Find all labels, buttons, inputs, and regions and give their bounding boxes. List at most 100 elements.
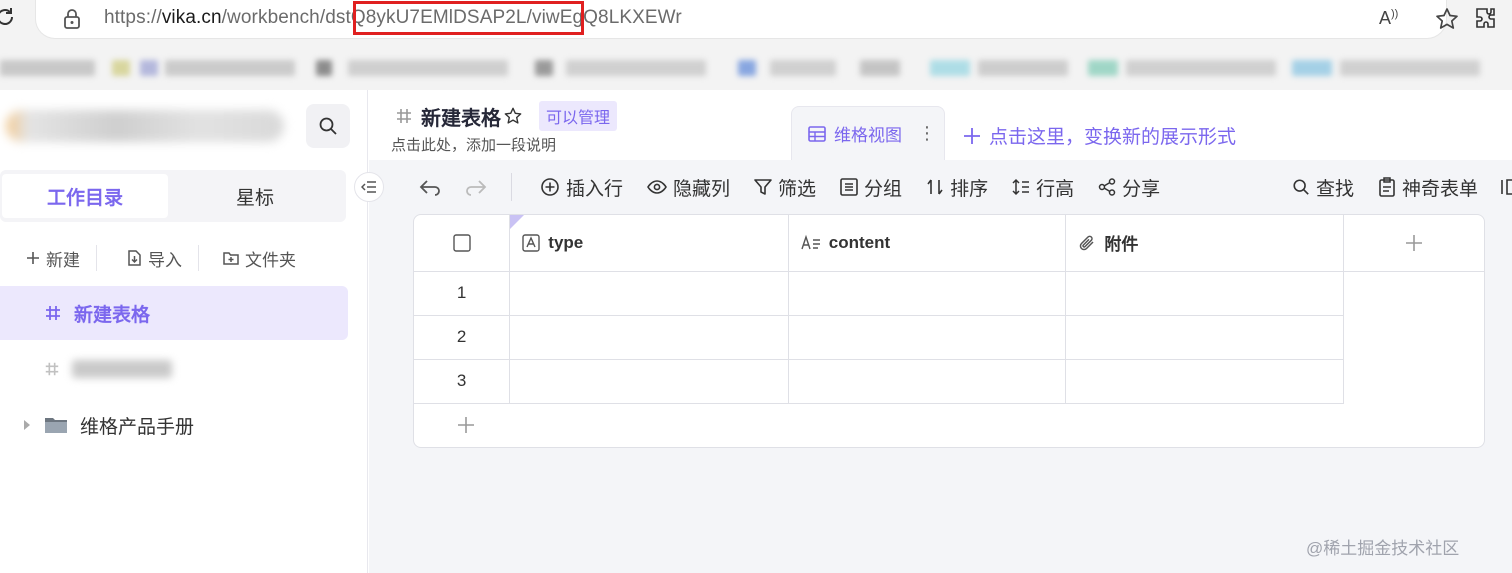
sidebar-item-datasheet[interactable]: 新建表格 [0, 286, 348, 340]
empty-space [1343, 271, 1484, 315]
table-row[interactable]: 3 [414, 359, 1484, 404]
tab-starred[interactable]: 星标 [172, 174, 338, 218]
sidebar-actions: 新建 导入 文件夹 [0, 240, 346, 276]
favorite-star-icon[interactable] [503, 106, 523, 126]
column-header-content[interactable]: content [788, 215, 1067, 272]
cell-attachment[interactable] [1065, 315, 1344, 360]
empty-space [1343, 359, 1484, 403]
import-button[interactable]: 导入 [97, 240, 198, 276]
extensions-icon[interactable] [1474, 6, 1498, 30]
folder-button-label: 文件夹 [245, 250, 296, 270]
add-view-label: 点击这里，变换新的展示形式 [989, 127, 1237, 148]
permission-badge[interactable]: 可以管理 [539, 101, 618, 131]
view-more-icon[interactable]: ⋮ [918, 123, 936, 144]
cell-type[interactable] [509, 359, 789, 404]
group-icon [840, 178, 858, 196]
url-highlight-box [353, 1, 584, 35]
cell-type[interactable] [509, 271, 789, 316]
header-row: type content 附件 [414, 215, 1484, 272]
sidebar-search-button[interactable] [306, 104, 350, 148]
folder-icon [45, 418, 67, 433]
cell-content[interactable] [788, 359, 1067, 404]
read-aloud-icon[interactable]: A)) [1379, 8, 1398, 29]
folder-add-icon [223, 252, 239, 265]
collapse-left-icon [361, 181, 376, 193]
form-label: 神奇表单 [1401, 178, 1478, 200]
undo-icon [419, 180, 440, 196]
add-view-button[interactable]: 点击这里，变换新的展示形式 [963, 122, 1236, 149]
undo-button[interactable] [419, 178, 441, 196]
long-text-field-icon [801, 234, 820, 249]
insert-row-button[interactable]: 插入行 [540, 174, 623, 201]
table-row[interactable]: 2 [414, 315, 1484, 360]
table-row[interactable]: 1 [414, 271, 1484, 316]
sidebar: 工作目录 星标 新建 导入 文件夹 新建表格 维格产品手册 [0, 90, 368, 573]
hide-fields-button[interactable]: 隐藏列 [647, 174, 730, 201]
cell-attachment[interactable] [1065, 359, 1344, 404]
row-height-button[interactable]: 行高 [1012, 174, 1074, 201]
column-header-type[interactable]: type [509, 215, 789, 272]
column-header-attachment[interactable]: 附件 [1065, 215, 1344, 272]
redo-icon [466, 180, 487, 196]
share-icon [1098, 178, 1116, 196]
add-column-button[interactable] [1343, 215, 1484, 272]
plus-icon [964, 127, 980, 144]
attachment-icon [1080, 235, 1094, 251]
redo-button[interactable] [465, 178, 487, 196]
sidebar-item-blurred[interactable] [0, 342, 348, 396]
cell-content[interactable] [788, 315, 1067, 360]
filter-icon [754, 179, 772, 195]
sidebar-collapse-button[interactable] [354, 172, 384, 202]
share-label: 分享 [1122, 178, 1161, 200]
tab-workspace-directory[interactable]: 工作目录 [2, 174, 168, 218]
address-bar[interactable]: https://vika.cn/workbench/dstQ8ykU7EMlDS… [36, 0, 1458, 38]
hide-fields-label: 隐藏列 [673, 178, 731, 200]
add-row-button[interactable] [456, 415, 476, 435]
filter-button[interactable]: 筛选 [754, 174, 816, 201]
row-number[interactable]: 3 [414, 359, 511, 404]
sidebar-item-product-manual[interactable]: 维格产品手册 [0, 398, 348, 452]
bookmarks-bar [0, 48, 1512, 84]
group-button[interactable]: 分组 [840, 174, 902, 201]
cell-attachment[interactable] [1065, 271, 1344, 316]
column-header-label: content [828, 232, 891, 252]
favorite-star-icon[interactable] [1434, 6, 1460, 32]
row-number[interactable]: 1 [414, 271, 511, 316]
sidebar-item-label: 新建表格 [74, 304, 151, 326]
datasheet-icon [45, 362, 59, 376]
data-grid: type content 附件 1 2 3 [413, 214, 1485, 448]
workspace-name-blurred[interactable] [6, 110, 284, 142]
group-label: 分组 [864, 178, 903, 200]
row-height-icon [1012, 178, 1030, 196]
sidebar-item-label: 维格产品手册 [80, 416, 195, 438]
datasheet-title[interactable]: 新建表格 [421, 102, 501, 131]
find-label: 查找 [1315, 178, 1354, 200]
new-button-label: 新建 [46, 250, 80, 270]
view-tab-label: 维格视图 [834, 126, 902, 145]
row-number[interactable]: 2 [414, 315, 511, 360]
browser-chrome: https://vika.cn/workbench/dstQ8ykU7EMlDS… [0, 0, 1512, 90]
sort-label: 排序 [950, 178, 989, 200]
plus-icon [27, 252, 39, 264]
lock-icon[interactable] [62, 8, 82, 30]
form-button[interactable]: 神奇表单 [1378, 174, 1478, 201]
watermark: @稀土掘金技术社区 [1306, 539, 1460, 558]
caret-right-icon[interactable] [22, 419, 32, 431]
more-panel-button[interactable] [1500, 178, 1512, 196]
search-icon [1293, 179, 1309, 195]
datasheet-description[interactable]: 点击此处，添加一段说明 [391, 134, 556, 155]
select-all-cell[interactable] [414, 215, 511, 272]
column-header-label: 附件 [1104, 235, 1139, 255]
cell-content[interactable] [788, 271, 1067, 316]
find-button[interactable]: 查找 [1292, 174, 1354, 201]
refresh-icon[interactable] [0, 6, 16, 28]
new-button[interactable]: 新建 [0, 240, 96, 276]
folder-button[interactable]: 文件夹 [199, 240, 312, 276]
datasheet-icon [46, 306, 60, 320]
share-button[interactable]: 分享 [1098, 174, 1160, 201]
checkbox-icon[interactable] [452, 234, 471, 252]
cell-type[interactable] [509, 315, 789, 360]
column-header-label: type [548, 232, 584, 252]
tab-grid-view[interactable]: 维格视图 ⋮ [791, 106, 945, 160]
sort-button[interactable]: 排序 [926, 174, 988, 201]
